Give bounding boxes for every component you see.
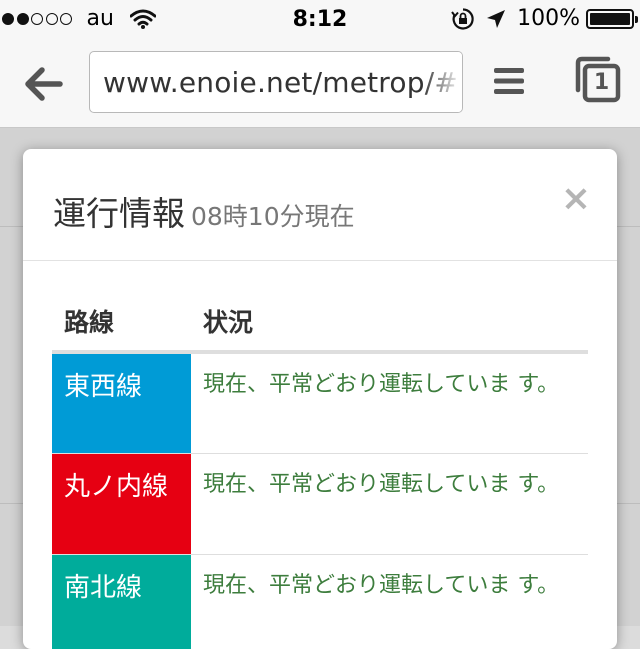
modal-subtitle: 08時10分現在 — [191, 202, 355, 231]
line-status-cell: 現在、平常どおり運転していま す。 — [191, 351, 588, 453]
tab-count: 1 — [593, 70, 610, 95]
line-status-cell: 現在、平常どおり運転していま す。 — [191, 553, 588, 649]
browser-toolbar: www.enoie.net/metrop/# 1 — [0, 40, 640, 128]
table-row: 東西線 現在、平常どおり運転していま す。 — [52, 351, 588, 453]
column-header-status: 状況 — [191, 291, 588, 354]
battery-icon — [586, 8, 638, 29]
service-info-modal: 運行情報 08時10分現在 × 路線 状況 東西線 現在、平常どおり運転していま … — [23, 149, 617, 649]
status-bar: au 8:12 100% — [0, 0, 640, 40]
url-text: www.enoie.net/metrop/# — [103, 66, 459, 99]
menu-icon[interactable] — [492, 64, 526, 98]
table-row: 丸ノ内線 現在、平常どおり運転していま す。 — [52, 452, 588, 554]
line-name-cell: 丸ノ内線 — [52, 452, 191, 554]
table-header-row: 路線 状況 — [52, 291, 588, 354]
rotation-lock-icon — [451, 7, 474, 30]
tab-switcher-button[interactable]: 1 — [572, 54, 622, 104]
close-button[interactable]: × — [559, 179, 593, 219]
back-arrow-icon[interactable] — [22, 62, 66, 106]
modal-header: 運行情報 08時10分現在 × — [23, 149, 617, 261]
modal-title-text: 運行情報 — [53, 194, 185, 233]
line-name-cell: 東西線 — [52, 351, 191, 453]
status-right: 100% — [451, 6, 638, 31]
battery-percent: 100% — [517, 6, 580, 31]
modal-title: 運行情報 08時10分現在 — [53, 187, 355, 235]
status-table: 路線 状況 東西線 現在、平常どおり運転していま す。 丸ノ内線 現在、平常どお… — [52, 291, 588, 649]
column-header-line: 路線 — [52, 291, 191, 354]
line-status-cell: 現在、平常どおり運転していま す。 — [191, 452, 588, 554]
line-name-cell: 南北線 — [52, 553, 191, 649]
url-bar[interactable]: www.enoie.net/metrop/# — [89, 51, 463, 113]
location-arrow-icon — [487, 9, 506, 28]
table-row: 南北線 現在、平常どおり運転していま す。 — [52, 553, 588, 649]
